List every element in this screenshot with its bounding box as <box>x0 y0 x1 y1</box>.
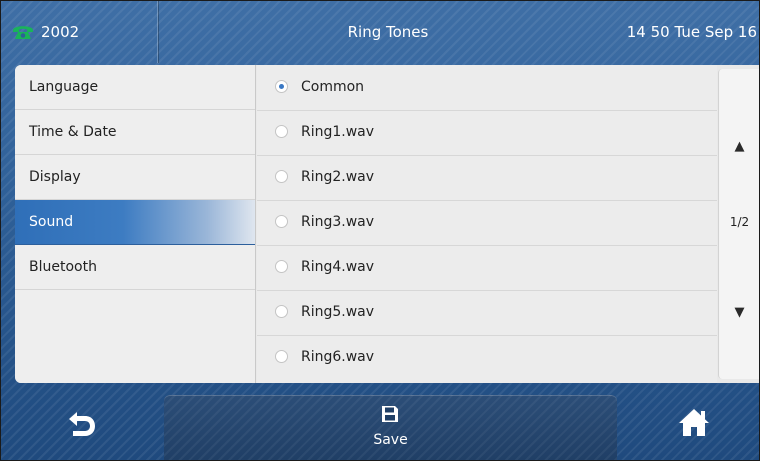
ringtone-label: Ring2.wav <box>301 169 375 185</box>
home-button[interactable] <box>677 405 711 439</box>
menu-item-bluetooth[interactable]: Bluetooth <box>15 245 255 290</box>
radio-button-selected[interactable] <box>275 80 288 93</box>
page-down-button[interactable]: ▼ <box>719 305 759 320</box>
menu-item-label: Time & Date <box>29 124 117 140</box>
ringtone-option-ring3[interactable]: Ring3.wav <box>257 200 717 246</box>
radio-button[interactable] <box>275 170 288 183</box>
account-status[interactable]: 2002 <box>11 1 158 63</box>
ringtone-label: Common <box>301 79 365 95</box>
phone-screen: 2002 Ring Tones 14 50 Tue Sep 16 Languag… <box>0 0 760 461</box>
radio-button[interactable] <box>275 125 288 138</box>
menu-item-label: Sound <box>29 214 74 230</box>
save-button[interactable]: Save <box>164 395 617 460</box>
date-time: 14 50 Tue Sep 16 <box>626 23 757 41</box>
ringtone-label: Ring5.wav <box>301 304 375 320</box>
radio-button[interactable] <box>275 260 288 273</box>
ringtone-option-ring4[interactable]: Ring4.wav <box>257 245 717 291</box>
account-number: 2002 <box>41 23 80 41</box>
back-icon <box>69 412 95 436</box>
phone-icon <box>13 26 33 39</box>
menu-item-label: Language <box>29 79 99 95</box>
save-icon <box>382 406 398 422</box>
ringtone-option-ring2[interactable]: Ring2.wav <box>257 155 717 201</box>
ringtone-list: Common Ring1.wav Ring2.wav Ring3.wav Rin… <box>257 65 717 383</box>
menu-item-language[interactable]: Language <box>15 65 255 110</box>
ringtone-option-ring6[interactable]: Ring6.wav <box>257 335 717 380</box>
ringtone-label: Ring1.wav <box>301 124 375 140</box>
menu-item-display[interactable]: Display <box>15 155 255 200</box>
radio-button[interactable] <box>275 350 288 363</box>
ringtone-label: Ring6.wav <box>301 349 375 365</box>
content-panel: Language Time & Date Display Sound Bluet… <box>15 65 759 383</box>
status-bar: 2002 Ring Tones 14 50 Tue Sep 16 <box>1 1 759 63</box>
home-icon <box>679 409 709 436</box>
page-indicator: 1/2 <box>729 215 750 229</box>
back-button[interactable] <box>61 410 101 440</box>
ringtone-option-common[interactable]: Common <box>257 65 717 111</box>
save-label: Save <box>373 432 408 448</box>
menu-item-label: Bluetooth <box>29 259 97 275</box>
radio-button[interactable] <box>275 215 288 228</box>
page-title: Ring Tones <box>347 23 429 41</box>
menu-item-label: Display <box>29 169 81 185</box>
softkey-bar: Save <box>1 385 759 460</box>
ringtone-option-ring1[interactable]: Ring1.wav <box>257 110 717 156</box>
page-scroller: ▲ 1/2 ▼ <box>718 69 759 379</box>
ringtone-label: Ring3.wav <box>301 214 375 230</box>
menu-item-time-date[interactable]: Time & Date <box>15 110 255 155</box>
settings-menu: Language Time & Date Display Sound Bluet… <box>15 65 256 383</box>
menu-item-sound[interactable]: Sound <box>15 200 255 245</box>
page-up-button[interactable]: ▲ <box>719 139 759 154</box>
ringtone-option-ring5[interactable]: Ring5.wav <box>257 290 717 336</box>
radio-button[interactable] <box>275 305 288 318</box>
ringtone-label: Ring4.wav <box>301 259 375 275</box>
